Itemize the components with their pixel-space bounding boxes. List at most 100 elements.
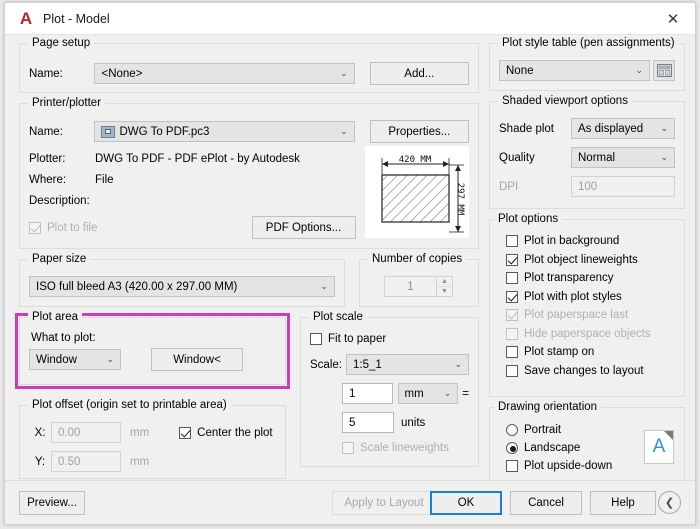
shade-plot-combo[interactable]: As displayed ⌄ <box>571 118 675 139</box>
plot-option-checkbox[interactable]: Save changes to layout <box>506 364 675 377</box>
orientation-preview-icon: A <box>644 430 674 464</box>
plot-options-group: Plot options Plot in background Plot obje… <box>489 213 685 397</box>
page-setup-group: Page setup Name: <None> ⌄ Add... <box>19 37 479 93</box>
paper-preview-graphic: 420 MM 297 MM <box>381 155 465 233</box>
properties-button[interactable]: Properties... <box>369 120 470 143</box>
plot-style-table-combo[interactable]: None ⌄ <box>499 60 650 81</box>
plot-option-label: Plot transparency <box>524 272 614 284</box>
scale-value: 1:5_1 <box>353 358 382 371</box>
fit-to-paper-checkbox[interactable]: Fit to paper <box>310 333 469 345</box>
scale-combo[interactable]: 1:5_1 ⌄ <box>346 354 469 375</box>
scale-denominator-input[interactable]: 5 <box>342 412 394 433</box>
scale-unit-combo[interactable]: mm ⌄ <box>397 383 459 404</box>
paper-size-combo[interactable]: ISO full bleed A3 (420.00 x 297.00 MM) ⌄ <box>29 276 335 297</box>
copies-arrows[interactable]: ▲ ▼ <box>436 276 453 297</box>
plot-options-legend: Plot options <box>494 213 563 225</box>
quality-combo[interactable]: Normal ⌄ <box>571 147 675 168</box>
printer-plotter-legend: Printer/plotter <box>28 97 106 109</box>
units-label: units <box>401 416 426 429</box>
equals-sign: = <box>462 387 469 400</box>
help-button[interactable]: Help <box>590 491 656 515</box>
scale-unit-value: mm <box>404 387 424 400</box>
plot-option-label: Plot stamp on <box>524 346 595 358</box>
plot-option-label: Plot paperspace last <box>524 309 629 321</box>
description-label: Description: <box>29 195 90 207</box>
copies-group: Number of copies 1 ▲ ▼ <box>359 253 479 307</box>
page-setup-legend: Page setup <box>28 37 95 49</box>
page-setup-name-combo[interactable]: <None> ⌄ <box>94 63 355 84</box>
plot-scale-group: Plot scale Fit to paper Scale: 1:5_1 ⌄ 1… <box>300 311 479 467</box>
close-icon[interactable]: ✕ <box>651 3 695 34</box>
offset-x-unit: mm <box>130 426 150 439</box>
cancel-button[interactable]: Cancel <box>510 491 582 515</box>
plot-option-checkbox[interactable]: Plot stamp on <box>506 346 675 358</box>
stepper-up-icon[interactable]: ▲ <box>437 277 452 287</box>
chevron-down-icon: ⌄ <box>660 123 668 133</box>
what-to-plot-label: What to plot: <box>31 332 96 344</box>
what-to-plot-combo[interactable]: Window ⌄ <box>29 349 121 370</box>
plot-option-checkbox[interactable]: Plot in background <box>506 235 675 247</box>
radio-dot <box>506 442 518 454</box>
collapse-panel-button[interactable]: ❮ <box>658 491 681 514</box>
plot-option-checkbox[interactable]: Plot with plot styles <box>506 290 675 303</box>
pen-table-glyph <box>656 64 672 77</box>
scale-lineweights-label: Scale lineweights <box>360 442 449 454</box>
preview-height-text: 297 MM <box>455 183 465 216</box>
chevron-down-icon: ⌄ <box>340 68 348 78</box>
shaded-viewport-group: Shaded viewport options Shade plot As di… <box>489 95 685 209</box>
center-the-plot-checkbox[interactable]: Center the plot <box>179 426 273 439</box>
pdf-options-button[interactable]: PDF Options... <box>251 216 356 239</box>
scale-lineweights-checkbox: Scale lineweights <box>342 442 469 454</box>
plot-options-list: Plot in background Plot object lineweight… <box>506 235 675 377</box>
checkbox-box <box>506 346 518 358</box>
offset-y-label: Y: <box>34 455 46 468</box>
chevron-down-icon: ⌄ <box>454 359 462 369</box>
plot-offset-group: Plot offset (origin set to printable are… <box>19 399 286 479</box>
paper-size-value: ISO full bleed A3 (420.00 x 297.00 MM) <box>36 280 238 293</box>
plot-area-group: Plot area What to plot: Window ⌄ Window< <box>15 311 290 389</box>
offset-y-input[interactable]: 0.50 <box>51 451 121 472</box>
offset-x-input[interactable]: 0.00 <box>51 422 121 443</box>
shaded-viewport-legend: Shaded viewport options <box>498 95 632 107</box>
quality-value: Normal <box>578 151 616 164</box>
plot-option-checkbox: Hide paperspace objects <box>506 327 675 340</box>
plot-option-label: Save changes to layout <box>524 364 644 377</box>
offset-y-unit: mm <box>130 455 150 468</box>
apply-to-layout-button: Apply to Layout <box>332 491 436 515</box>
preview-button[interactable]: Preview... <box>19 491 85 515</box>
page-setup-name-label: Name: <box>29 67 63 80</box>
chevron-down-icon: ⌄ <box>660 152 668 162</box>
plot-to-file-label: Plot to file <box>47 221 98 234</box>
add-button[interactable]: Add... <box>369 62 470 85</box>
dialog-body: Page setup Name: <None> ⌄ Add... Printer… <box>5 35 695 524</box>
copies-stepper[interactable]: 1 ▲ ▼ <box>384 276 454 297</box>
window-pick-button[interactable]: Window< <box>151 348 243 371</box>
checkbox-box <box>179 426 192 439</box>
checkbox-box <box>310 333 322 345</box>
scale-numerator-input[interactable]: 1 <box>342 383 393 404</box>
dpi-label: DPI <box>499 180 519 193</box>
checkbox-box <box>506 253 518 266</box>
dpi-input: 100 <box>571 176 675 197</box>
stepper-down-icon[interactable]: ▼ <box>437 287 452 296</box>
chevron-down-icon: ⌄ <box>106 354 114 364</box>
radio-dot <box>506 424 518 436</box>
title-bar: A Plot - Model ✕ <box>5 3 695 35</box>
drawing-orientation-legend: Drawing orientation <box>494 401 602 413</box>
copies-legend: Number of copies <box>368 253 467 265</box>
ok-button[interactable]: OK <box>430 491 502 515</box>
where-label: Where: <box>29 174 67 186</box>
plot-option-label: Plot in background <box>524 235 620 247</box>
checkbox-box <box>506 290 518 303</box>
plot-style-edit-icon[interactable] <box>653 60 675 81</box>
left-column: Page setup Name: <None> ⌄ Add... Printer… <box>15 37 479 489</box>
printer-name-combo[interactable]: DWG To PDF.pc3 ⌄ <box>94 121 355 142</box>
checkbox-box <box>342 442 354 454</box>
checkbox-box <box>506 309 518 321</box>
plot-option-checkbox[interactable]: Plot transparency <box>506 272 675 284</box>
plot-option-label: Hide paperspace objects <box>524 327 651 340</box>
plot-option-checkbox[interactable]: Plot object lineweights <box>506 253 675 266</box>
page-setup-name-value: <None> <box>101 67 143 80</box>
plot-to-file-checkbox: Plot to file <box>29 221 98 234</box>
plot-option-label: Plot with plot styles <box>524 290 622 303</box>
